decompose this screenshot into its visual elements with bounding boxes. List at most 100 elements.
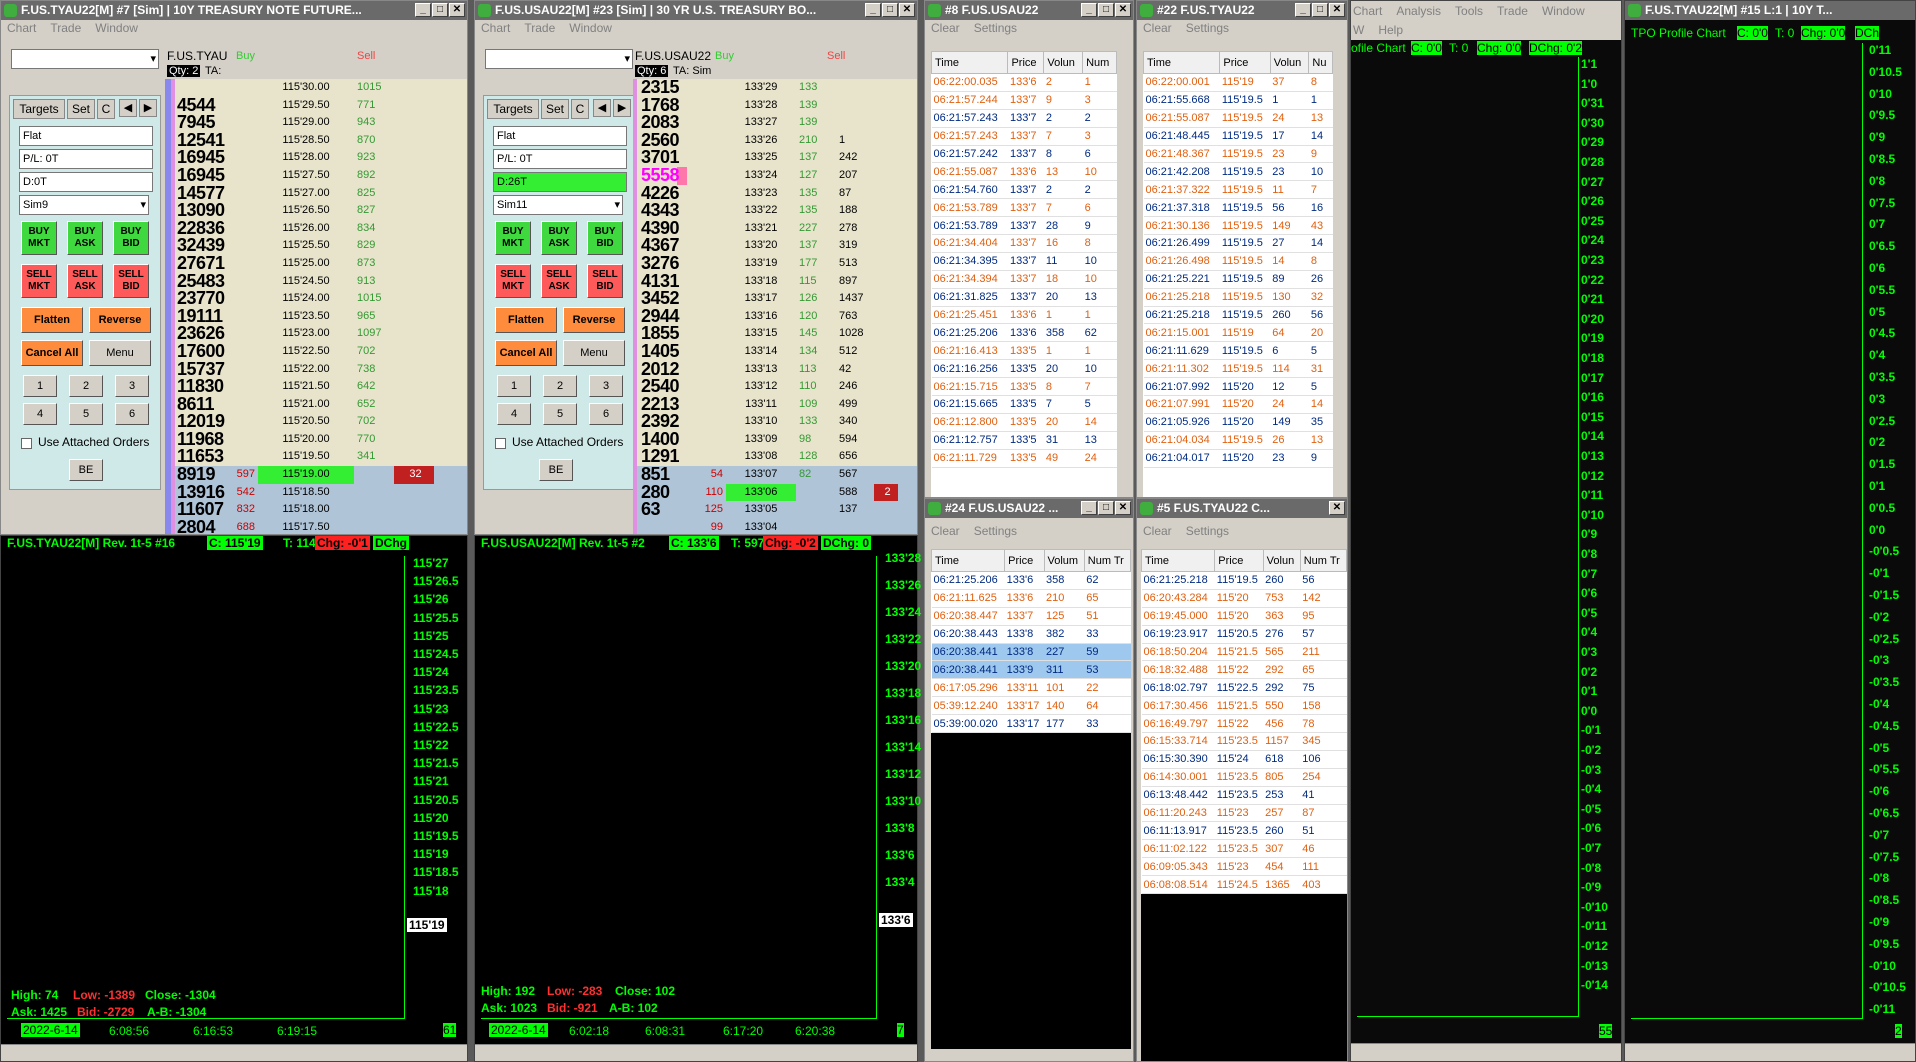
- sell-order-cell[interactable]: [394, 97, 434, 115]
- price-cell[interactable]: 133'04: [726, 519, 796, 534]
- price-cell[interactable]: 115'22.50: [258, 343, 354, 361]
- qty-button-3[interactable]: 3: [115, 375, 149, 397]
- bid-cell[interactable]: [693, 185, 726, 203]
- buy-volume-cell[interactable]: 113: [796, 361, 836, 379]
- qty-button-5[interactable]: 5: [543, 403, 577, 425]
- price-cell[interactable]: 133'17: [726, 290, 796, 308]
- table-row[interactable]: 06:15:30.390 115'24 618 106: [1141, 750, 1347, 769]
- sell-bid-button[interactable]: SELL BID: [113, 264, 149, 298]
- account-select[interactable]: Sim9 ▾: [19, 195, 149, 215]
- table-row[interactable]: 06:17:05.296 133'11 101 22: [931, 678, 1131, 698]
- qty-button-6[interactable]: 6: [115, 403, 149, 425]
- bid-cell[interactable]: [225, 97, 258, 115]
- sell-volume-cell[interactable]: 513: [836, 255, 874, 273]
- tab-c[interactable]: C: [97, 99, 115, 119]
- tpo-chart-1[interactable]: Chart Analysis Tools Trade Window W Help…: [1350, 0, 1622, 1062]
- sell-order-cell[interactable]: [874, 290, 914, 308]
- sell-order-cell[interactable]: [874, 132, 914, 150]
- bid-cell[interactable]: [693, 413, 726, 431]
- bid-cell[interactable]: 688: [225, 519, 258, 534]
- sell-order-cell[interactable]: [874, 237, 914, 255]
- qty-button-5[interactable]: 5: [69, 403, 103, 425]
- ask-cell[interactable]: 943: [354, 114, 394, 132]
- sell-order-cell[interactable]: [394, 220, 434, 238]
- table-row[interactable]: 06:21:25.218 115'19.5 260 56: [1143, 306, 1333, 325]
- minimize-icon[interactable]: _: [1081, 3, 1097, 17]
- sell-order-cell[interactable]: [874, 149, 914, 167]
- price-cell[interactable]: 133'24: [726, 167, 796, 185]
- bid-cell[interactable]: [225, 273, 258, 291]
- horizontal-scrollbar[interactable]: [475, 1044, 917, 1061]
- column-header[interactable]: Price: [1214, 549, 1264, 572]
- bid-cell[interactable]: [693, 202, 726, 220]
- table-row[interactable]: 06:11:02.122 115'23.5 307 46: [1141, 839, 1347, 859]
- ask-cell[interactable]: 913: [354, 273, 394, 291]
- table-row[interactable]: 06:21:07.992 115'20 12 5: [1143, 377, 1333, 397]
- sell-ask-button[interactable]: SELL ASK: [541, 264, 577, 298]
- table-row[interactable]: 06:21:26.499 115'19.5 27 14: [1143, 234, 1333, 253]
- table-row[interactable]: 06:21:07.991 115'20 24 14: [1143, 395, 1333, 414]
- price-cell[interactable]: 133'13: [726, 361, 796, 379]
- sell-volume-cell[interactable]: [836, 97, 874, 115]
- tab-targets[interactable]: Targets: [13, 99, 65, 119]
- ask-cell[interactable]: 770: [354, 431, 394, 449]
- table-row[interactable]: 06:21:12.800 133'5 20 14: [931, 413, 1117, 432]
- tab-scroll-right-icon[interactable]: ▶: [613, 99, 631, 117]
- bid-cell[interactable]: 832: [225, 501, 258, 519]
- horizontal-scrollbar[interactable]: [1625, 1043, 1915, 1061]
- bid-cell[interactable]: [225, 290, 258, 308]
- buy-volume-cell[interactable]: 133: [796, 79, 836, 97]
- qty-button-1[interactable]: 1: [497, 375, 531, 397]
- sell-order-cell[interactable]: 2: [874, 483, 898, 502]
- ladder-row[interactable]: 12541 115'28.50 870: [165, 131, 467, 150]
- sell-order-cell[interactable]: [394, 167, 434, 185]
- minimize-icon[interactable]: _: [865, 3, 881, 17]
- sell-volume-cell[interactable]: 207: [836, 167, 874, 185]
- table-row[interactable]: 06:20:38.443 133'8 382 33: [931, 625, 1131, 644]
- buy-volume-cell[interactable]: 137: [796, 149, 836, 167]
- buy-volume-cell[interactable]: [796, 501, 836, 519]
- minimize-icon[interactable]: _: [415, 3, 431, 17]
- ask-cell[interactable]: 829: [354, 237, 394, 255]
- horizontal-scrollbar[interactable]: [1, 1044, 467, 1061]
- table-row[interactable]: 06:21:31.825 133'7 20 13: [931, 288, 1117, 307]
- ladder-row[interactable]: 12019 115'20.50 702: [165, 413, 467, 431]
- window-title[interactable]: #8 F.US.USAU22 _ □ ✕: [925, 1, 1133, 20]
- ladder-row[interactable]: 23626 115'23.00 1097: [165, 325, 467, 343]
- buy-volume-cell[interactable]: 115: [796, 273, 836, 291]
- menu-w[interactable]: W: [1353, 21, 1364, 40]
- breakeven-button[interactable]: BE: [69, 459, 103, 481]
- menu-analysis[interactable]: Analysis: [1396, 1, 1441, 21]
- ask-cell[interactable]: 771: [354, 97, 394, 115]
- sell-market-button[interactable]: SELL MKT: [21, 264, 57, 298]
- flatten-button[interactable]: Flatten: [21, 307, 83, 333]
- ask-cell[interactable]: [354, 466, 394, 484]
- ladder-row[interactable]: 2560 133'26 210 1: [633, 131, 917, 150]
- ask-cell[interactable]: 652: [354, 396, 394, 414]
- menu-clear[interactable]: Clear: [1143, 518, 1172, 544]
- sell-order-cell[interactable]: [394, 361, 434, 379]
- price-cell[interactable]: 115'21.50: [258, 378, 354, 396]
- price-cell[interactable]: 115'20.00: [258, 431, 354, 449]
- table-row[interactable]: 06:21:34.404 133'7 16 8: [931, 234, 1117, 253]
- bid-cell[interactable]: [225, 79, 258, 97]
- ladder-row[interactable]: 4131 133'18 115 897: [633, 272, 917, 291]
- table-row[interactable]: 06:21:15.665 133'5 7 5: [931, 395, 1117, 414]
- sell-volume-cell[interactable]: 1028: [836, 325, 874, 343]
- menu-settings[interactable]: Settings: [1186, 20, 1229, 37]
- ladder-row[interactable]: 17600 115'22.50 702: [165, 342, 467, 361]
- bid-cell[interactable]: [225, 185, 258, 203]
- table-row[interactable]: 06:21:11.625 133'6 210 65: [931, 589, 1131, 608]
- price-cell[interactable]: 115'18.50: [258, 484, 354, 502]
- ladder-row[interactable]: 16945 115'27.50 892: [165, 166, 467, 185]
- sell-order-cell[interactable]: [874, 466, 914, 484]
- reverse-button[interactable]: Reverse: [89, 307, 151, 333]
- sell-order-cell[interactable]: [394, 273, 434, 291]
- ladder-row[interactable]: 2012 133'13 113 42: [633, 360, 917, 379]
- account-select[interactable]: Sim11 ▾: [493, 195, 623, 215]
- price-cell[interactable]: 115'20.50: [258, 413, 354, 431]
- table-row[interactable]: 06:21:11.629 115'19.5 6 5: [1143, 341, 1333, 361]
- price-cell[interactable]: 115'22.00: [258, 361, 354, 379]
- price-cell[interactable]: 133'16: [726, 308, 796, 326]
- ladder-row[interactable]: 2083 133'27 139: [633, 114, 917, 132]
